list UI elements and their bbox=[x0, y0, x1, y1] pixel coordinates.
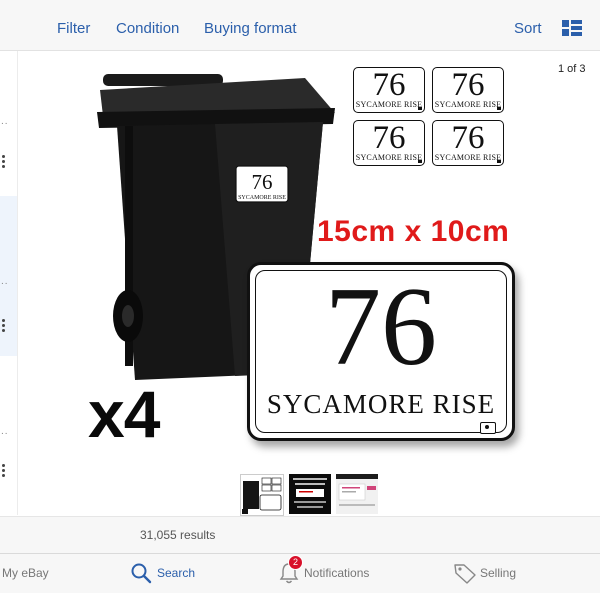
quantity-text: x4 bbox=[88, 377, 160, 451]
mini-sticker: 76 SYCAMORE RISE bbox=[353, 120, 425, 166]
condition-button[interactable]: Condition bbox=[116, 20, 179, 38]
thumbnail-2[interactable] bbox=[289, 474, 331, 514]
lock-icon bbox=[480, 422, 496, 434]
refine-toolbar: Filter Condition Buying format Sort bbox=[0, 0, 600, 51]
mini-sticker-street: SYCAMORE RISE bbox=[355, 153, 423, 162]
bin-label-number: 76 bbox=[252, 170, 273, 194]
lock-icon bbox=[418, 107, 422, 110]
mini-sticker-street: SYCAMORE RISE bbox=[434, 100, 502, 109]
thumbnail-3[interactable] bbox=[336, 474, 378, 514]
mini-sticker: 76 SYCAMORE RISE bbox=[432, 120, 504, 166]
lock-icon bbox=[497, 160, 501, 163]
more-options-icon[interactable] bbox=[2, 464, 5, 479]
big-sign: 76 SYCAMORE RISE bbox=[247, 262, 515, 441]
mini-sticker: 76 SYCAMORE RISE bbox=[432, 67, 504, 113]
lock-icon bbox=[418, 160, 422, 163]
bin-label-street: SYCAMORE RISE bbox=[238, 195, 286, 201]
mini-sticker-number: 76 bbox=[451, 120, 485, 156]
results-count: 31,055 results bbox=[140, 528, 216, 542]
tab-notifications[interactable]: Notifications bbox=[304, 566, 369, 580]
big-sign-number: 76 bbox=[325, 265, 437, 389]
lock-icon bbox=[497, 107, 501, 110]
mini-sticker: 76 SYCAMORE RISE bbox=[353, 67, 425, 113]
filter-button[interactable]: Filter bbox=[57, 20, 90, 38]
tab-selling[interactable]: Selling bbox=[480, 566, 516, 580]
size-text: 15cm x 10cm bbox=[317, 215, 510, 248]
notifications-badge: 2 bbox=[288, 555, 303, 570]
sort-button[interactable]: Sort bbox=[514, 20, 542, 38]
mini-sticker-street: SYCAMORE RISE bbox=[434, 153, 502, 162]
results-list-edge: .. .. .. bbox=[0, 51, 18, 515]
tag-icon[interactable] bbox=[453, 562, 477, 584]
mini-sticker-number: 76 bbox=[372, 67, 406, 103]
truncated-text-icon: .. bbox=[1, 116, 9, 127]
results-bar: 31,055 results bbox=[0, 516, 600, 553]
image-page-counter: 1 of 3 bbox=[558, 63, 586, 75]
big-sign-street: SYCAMORE RISE bbox=[266, 389, 496, 419]
mini-sticker-number: 76 bbox=[451, 67, 485, 103]
tab-search[interactable]: Search bbox=[157, 566, 195, 580]
more-options-icon[interactable] bbox=[2, 319, 5, 334]
mini-sticker-street: SYCAMORE RISE bbox=[355, 100, 423, 109]
thumbnail-1[interactable] bbox=[240, 474, 284, 516]
truncated-text-icon: .. bbox=[1, 426, 9, 437]
mini-sticker-number: 76 bbox=[372, 120, 406, 156]
truncated-text-icon: .. bbox=[1, 276, 9, 287]
more-options-icon[interactable] bbox=[2, 155, 5, 170]
tab-my-ebay[interactable]: My eBay bbox=[2, 566, 49, 580]
search-icon[interactable] bbox=[130, 562, 152, 584]
buying-format-button[interactable]: Buying format bbox=[204, 20, 297, 38]
list-view-icon[interactable] bbox=[562, 20, 582, 36]
